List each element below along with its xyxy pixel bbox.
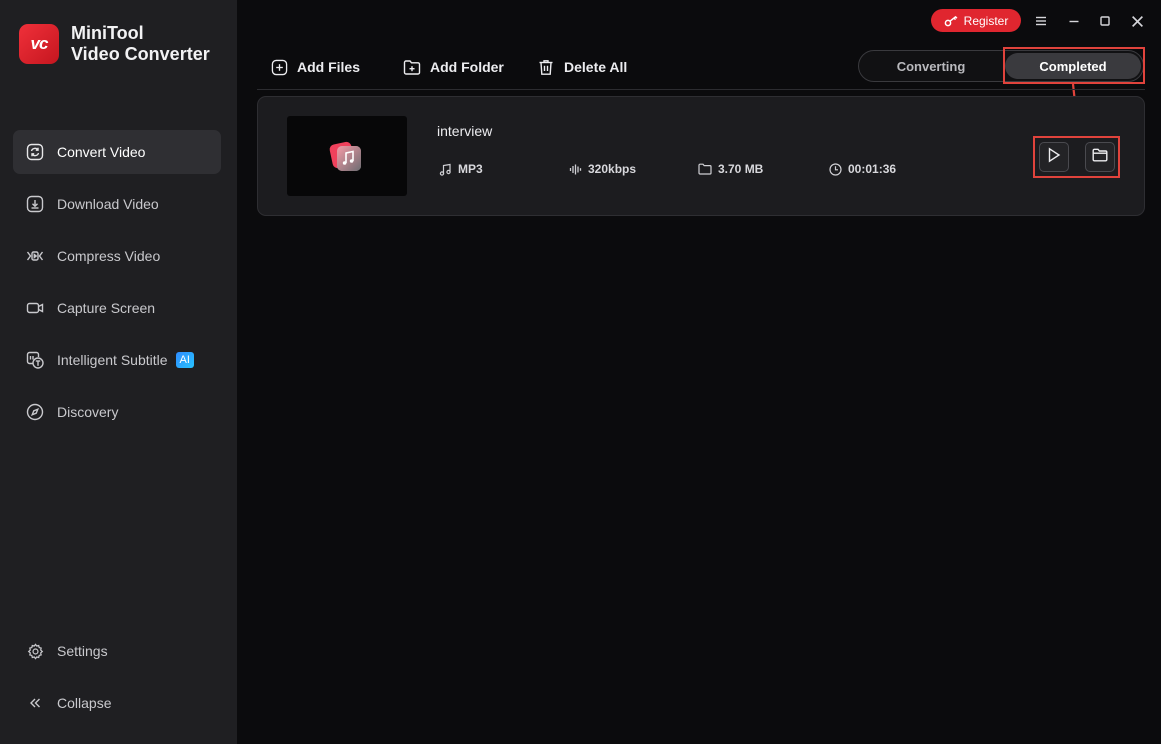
subtitle-icon <box>25 350 45 370</box>
double-chevron-left-icon <box>25 693 45 713</box>
add-files-label: Add Files <box>297 59 361 75</box>
tab-converting[interactable]: Converting <box>861 53 1001 79</box>
brand: vc MiniTool Video Converter <box>19 23 210 65</box>
key-icon <box>944 15 958 27</box>
play-button[interactable] <box>1039 142 1069 172</box>
sidebar-nav: Convert Video Download Video Compress Vi… <box>13 130 221 442</box>
sidebar-item-capture-screen[interactable]: Capture Screen <box>13 286 221 330</box>
sidebar-item-download-video[interactable]: Download Video <box>13 182 221 226</box>
sidebar-item-discovery[interactable]: Discovery <box>13 390 221 434</box>
collapse-button[interactable]: Collapse <box>25 693 215 713</box>
delete-all-label: Delete All <box>564 59 628 75</box>
maximize-icon[interactable] <box>1094 10 1116 32</box>
file-format-value: MP3 <box>458 162 483 176</box>
delete-all-button[interactable]: Delete All <box>536 57 627 77</box>
add-folder-label: Add Folder <box>430 59 504 75</box>
tab-completed[interactable]: Completed <box>1005 53 1141 79</box>
music-note-icon <box>438 162 452 176</box>
sidebar-item-intelligent-subtitle[interactable]: Intelligent Subtitle AI <box>13 338 221 382</box>
register-label: Register <box>963 13 1009 28</box>
open-folder-button[interactable] <box>1085 142 1115 172</box>
register-button[interactable]: Register <box>931 9 1021 32</box>
clock-icon <box>828 162 842 176</box>
ai-badge: AI <box>175 352 194 368</box>
file-size-value: 3.70 MB <box>718 162 764 176</box>
app-name-line2: Video Converter <box>71 44 210 64</box>
compass-icon <box>25 402 45 422</box>
play-icon <box>1047 147 1061 168</box>
sidebar-item-label: Convert Video <box>57 144 146 160</box>
sidebar-item-compress-video[interactable]: Compress Video <box>13 234 221 278</box>
sidebar: vc MiniTool Video Converter Convert Vide… <box>0 0 237 744</box>
convert-icon <box>25 142 45 162</box>
add-file-icon <box>269 57 289 77</box>
sidebar-item-label: Download Video <box>57 196 159 212</box>
file-bitrate: 320kbps <box>568 162 636 176</box>
file-card: interview MP3 320kbps 3.70 MB 00:01:36 <box>257 96 1145 216</box>
sidebar-item-label: Capture Screen <box>57 300 156 316</box>
file-name: interview <box>437 123 493 139</box>
collapse-label: Collapse <box>57 695 112 711</box>
settings-label: Settings <box>57 643 108 659</box>
add-files-button[interactable]: Add Files <box>269 57 360 77</box>
close-icon[interactable] <box>1126 10 1148 32</box>
app-name-line1: MiniTool <box>71 23 144 43</box>
compress-icon <box>25 246 45 266</box>
download-icon <box>25 194 45 214</box>
sidebar-item-convert-video[interactable]: Convert Video <box>13 130 221 174</box>
add-folder-button[interactable]: Add Folder <box>402 57 504 77</box>
waveform-icon <box>568 162 582 176</box>
app-logo: vc <box>19 24 59 64</box>
file-bitrate-value: 320kbps <box>588 162 637 176</box>
file-format: MP3 <box>438 162 483 176</box>
file-duration-value: 00:01:36 <box>848 162 897 176</box>
sidebar-item-label: Discovery <box>57 404 119 420</box>
sidebar-item-label: Intelligent Subtitle <box>57 352 168 368</box>
status-tabs: Converting Completed <box>858 50 1144 82</box>
minimize-icon[interactable] <box>1063 10 1085 32</box>
folder-small-icon <box>698 162 712 176</box>
folder-icon <box>1092 148 1108 167</box>
menu-icon[interactable] <box>1030 10 1052 32</box>
gear-icon <box>25 641 45 661</box>
trash-icon <box>536 57 556 77</box>
toolbar-divider <box>257 89 1145 90</box>
settings-button[interactable]: Settings <box>25 641 215 661</box>
audio-file-icon <box>329 141 361 171</box>
file-size: 3.70 MB <box>698 162 763 176</box>
app-name: MiniTool Video Converter <box>71 23 210 65</box>
sidebar-item-label: Compress Video <box>57 248 161 264</box>
add-folder-icon <box>402 57 422 77</box>
camera-icon <box>25 298 45 318</box>
file-thumbnail <box>287 116 407 196</box>
file-duration: 00:01:36 <box>828 162 896 176</box>
